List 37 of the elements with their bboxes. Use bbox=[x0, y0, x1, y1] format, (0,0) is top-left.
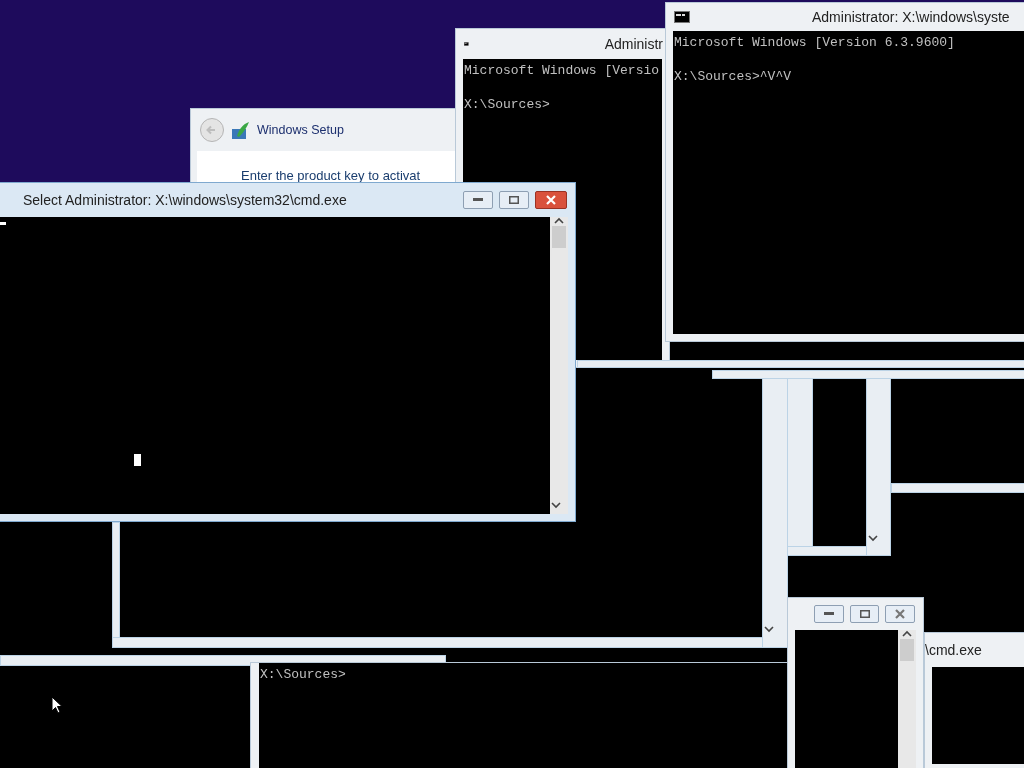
console-line: X:\Sources> bbox=[260, 667, 346, 683]
text-cursor bbox=[0, 222, 6, 225]
window-title: Administrator: X:\windows\syste bbox=[812, 7, 1010, 27]
window-title: Administr bbox=[604, 34, 663, 54]
maximize-button[interactable] bbox=[849, 605, 880, 623]
close-icon bbox=[895, 609, 906, 619]
maximize-button[interactable] bbox=[499, 191, 529, 209]
setup-icon bbox=[231, 120, 251, 140]
text-cursor bbox=[134, 454, 141, 466]
scrollbar[interactable] bbox=[550, 217, 568, 514]
scroll-down-icon[interactable] bbox=[551, 502, 561, 509]
window-title: Select Administrator: X:\windows\system32\cmd.exe bbox=[23, 190, 347, 210]
console-line: X:\Sources> bbox=[464, 97, 550, 113]
window-title: \cmd.exe bbox=[925, 640, 982, 660]
console-line: X:\Sources>^V^V bbox=[674, 69, 792, 85]
scroll-thumb[interactable] bbox=[900, 639, 914, 661]
window-title: Windows Setup bbox=[257, 121, 344, 139]
scroll-down-icon[interactable] bbox=[764, 626, 774, 633]
console-icon bbox=[674, 11, 690, 23]
maximize-icon bbox=[859, 610, 870, 618]
instruction-text: Enter the product key to activat bbox=[241, 168, 421, 183]
minimize-icon bbox=[473, 198, 483, 202]
close-icon bbox=[546, 195, 556, 205]
scroll-thumb[interactable] bbox=[552, 226, 566, 248]
minimize-button[interactable] bbox=[463, 191, 493, 209]
scrollbar[interactable] bbox=[898, 630, 916, 768]
minimize-icon bbox=[823, 612, 834, 616]
scroll-up-icon[interactable] bbox=[554, 217, 564, 224]
maximize-icon bbox=[509, 196, 519, 204]
scroll-up-icon[interactable] bbox=[902, 630, 912, 637]
close-button[interactable] bbox=[535, 191, 567, 209]
console-line: Microsoft Windows [Version 6.3.9600] bbox=[674, 35, 955, 51]
scroll-down-icon[interactable] bbox=[868, 535, 878, 542]
close-button[interactable] bbox=[885, 605, 915, 623]
minimize-button[interactable] bbox=[814, 605, 844, 623]
mouse-pointer-icon bbox=[51, 696, 63, 714]
console-line: Microsoft Windows [Versio bbox=[464, 63, 660, 79]
